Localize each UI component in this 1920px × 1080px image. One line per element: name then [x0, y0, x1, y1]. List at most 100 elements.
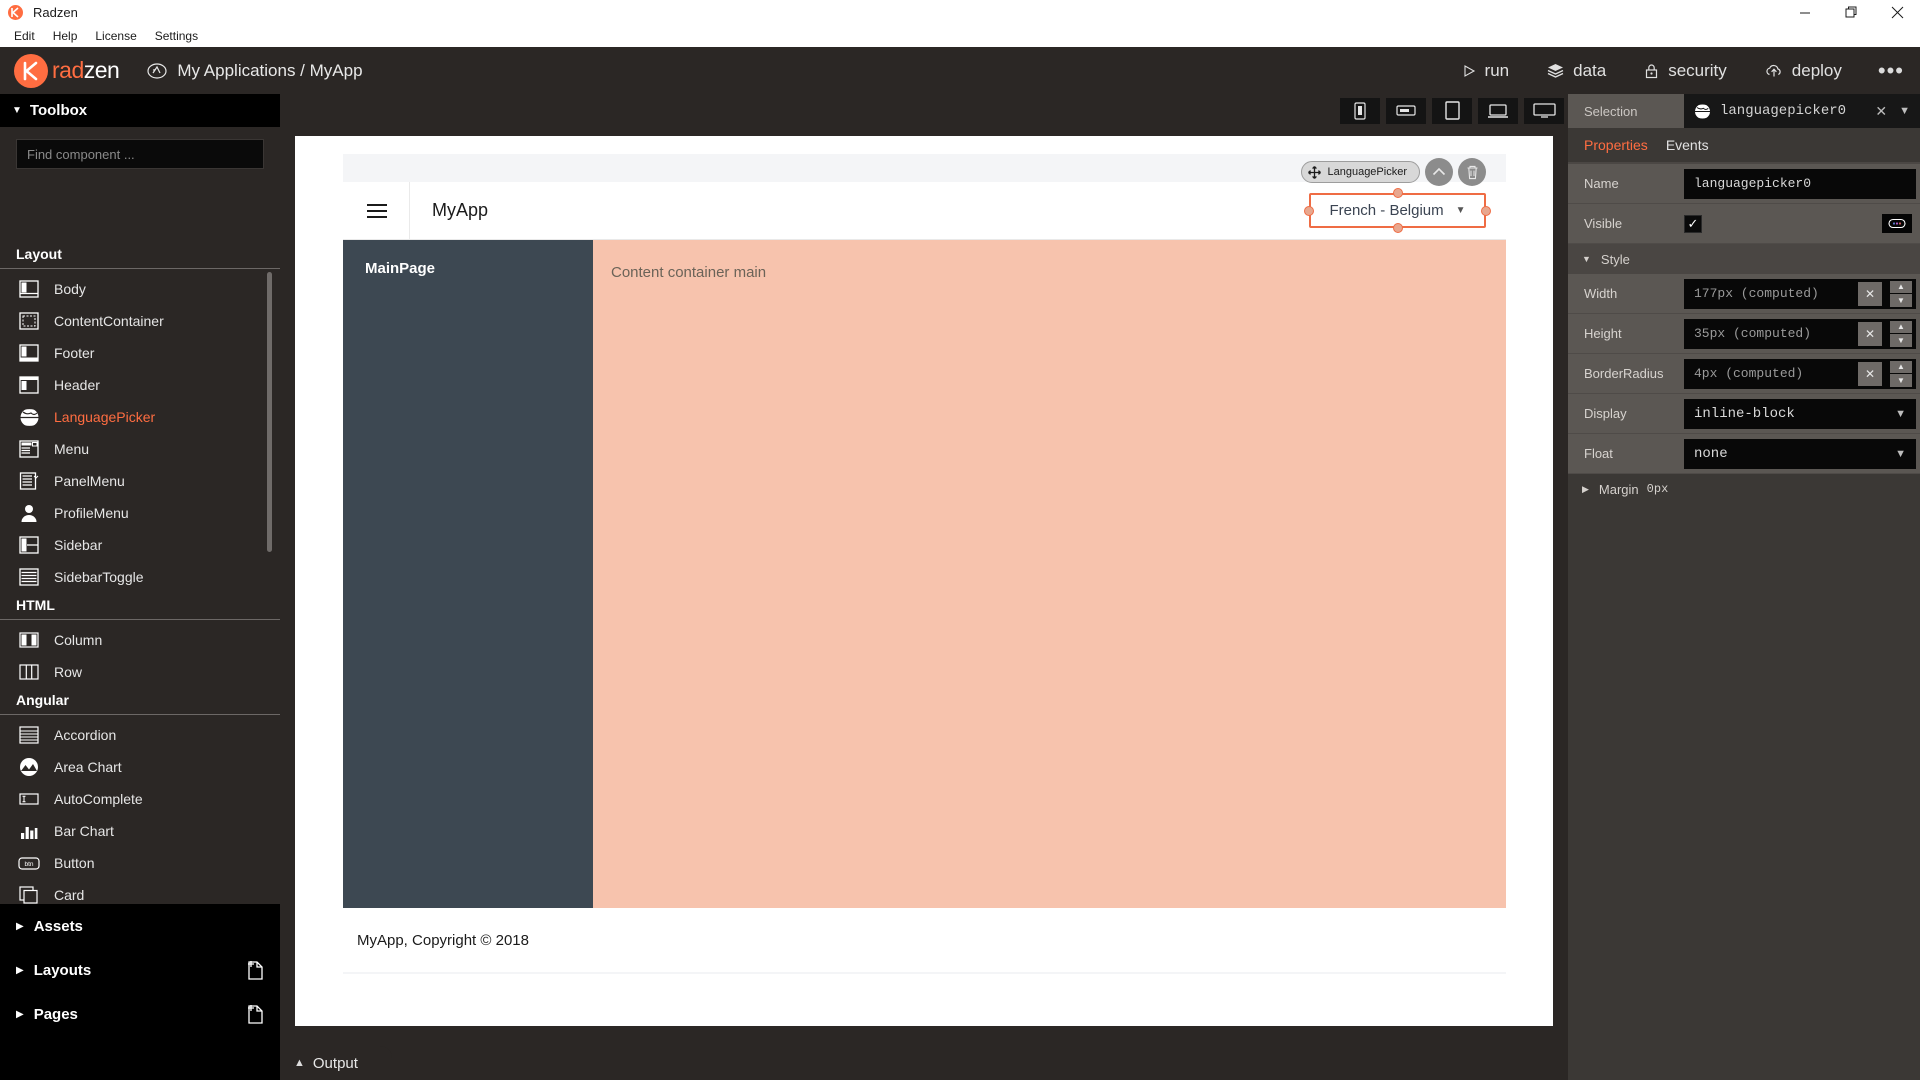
overflow-menu-icon[interactable]: •••: [1878, 59, 1904, 81]
nav-deploy[interactable]: deploy: [1765, 61, 1842, 81]
accordion-layouts[interactable]: ▶ Layouts: [0, 948, 280, 992]
select-parent-button[interactable]: [1425, 158, 1453, 186]
search-input[interactable]: [16, 139, 264, 169]
toolbox-scrollbar[interactable]: [267, 272, 272, 552]
device-phone-portrait[interactable]: [1340, 97, 1380, 124]
layout-body-icon: [16, 278, 42, 300]
toolbox-item-panelmenu[interactable]: PanelMenu: [0, 465, 280, 497]
toolbox-item-languagepicker[interactable]: LanguagePicker: [0, 401, 280, 433]
accordion-assets[interactable]: ▶ Assets: [0, 904, 280, 948]
preview-content-container[interactable]: Content container main: [593, 240, 1506, 908]
stepper-up[interactable]: ▲: [1890, 360, 1912, 373]
height-field[interactable]: 35px (computed) ✕ ▲ ▼: [1684, 318, 1916, 349]
stepper-down[interactable]: ▼: [1890, 334, 1912, 347]
layout-header-icon: [16, 374, 42, 396]
resize-handle-right[interactable]: [1481, 205, 1491, 216]
toolbox-item-row[interactable]: Row: [0, 656, 280, 688]
property-label: Name: [1584, 176, 1619, 191]
preview-sidebar[interactable]: MainPage: [343, 240, 593, 908]
toolbox-item-button[interactable]: btn Button: [0, 847, 280, 879]
preview-footer: MyApp, Copyright © 2018: [343, 908, 1506, 972]
accordion-pages[interactable]: ▶ Pages: [0, 992, 280, 1036]
visible-checkbox[interactable]: ✓: [1684, 214, 1702, 233]
property-row-visible: Visible ✓: [1568, 204, 1920, 244]
stepper-up[interactable]: ▲: [1890, 280, 1912, 293]
height-stepper[interactable]: ▲ ▼: [1890, 320, 1912, 347]
app-logo-icon: [8, 5, 23, 20]
toolbox-item-autocomplete[interactable]: AutoComplete: [0, 783, 280, 815]
device-tablet[interactable]: [1432, 97, 1472, 124]
menu-item-settings[interactable]: Settings: [146, 27, 207, 45]
section-margin[interactable]: ▶ Margin 0px: [1568, 474, 1920, 504]
toolbox-item-header[interactable]: Header: [0, 369, 280, 401]
toolbox-item-menu[interactable]: Menu: [0, 433, 280, 465]
toolbox-item-area-chart[interactable]: Area Chart: [0, 751, 280, 783]
toolbox-item-sidebartoggle[interactable]: SidebarToggle: [0, 561, 280, 593]
radzen-brand[interactable]: radzen: [14, 53, 120, 88]
bind-expression-icon[interactable]: [1882, 214, 1912, 233]
minimize-icon[interactable]: [1782, 0, 1828, 25]
clear-height-icon[interactable]: ✕: [1858, 321, 1882, 346]
languagepicker-dropdown[interactable]: French - Belgium ▼: [1304, 188, 1491, 233]
clear-width-icon[interactable]: ✕: [1858, 281, 1882, 306]
menu-item-help[interactable]: Help: [44, 27, 87, 45]
borderradius-stepper[interactable]: ▲ ▼: [1890, 360, 1912, 387]
menu-item-edit[interactable]: Edit: [5, 27, 44, 45]
device-laptop[interactable]: [1478, 97, 1518, 124]
nav-run[interactable]: run: [1462, 61, 1509, 81]
button-icon: btn: [16, 852, 42, 874]
float-select[interactable]: none ▼: [1684, 438, 1916, 469]
sidebar-item-mainpage[interactable]: MainPage: [365, 260, 593, 277]
add-layout-icon[interactable]: [246, 960, 264, 980]
section-style[interactable]: ▼ Style: [1568, 244, 1920, 274]
tab-properties[interactable]: Properties: [1584, 137, 1648, 153]
output-bar[interactable]: ▲ Output: [282, 1046, 392, 1080]
width-stepper[interactable]: ▲ ▼: [1890, 280, 1912, 307]
display-select[interactable]: inline-block ▼: [1684, 398, 1916, 429]
nav-security[interactable]: security: [1644, 61, 1727, 81]
tab-events[interactable]: Events: [1666, 137, 1709, 153]
borderradius-field[interactable]: 4px (computed) ✕ ▲ ▼: [1684, 358, 1916, 389]
toolbox-item-column[interactable]: Column: [0, 624, 280, 656]
stepper-up[interactable]: ▲: [1890, 320, 1912, 333]
hamburger-icon[interactable]: [367, 203, 387, 218]
toolbox-header[interactable]: ▼ Toolbox: [0, 94, 280, 127]
chevron-down-icon[interactable]: ▼: [1899, 105, 1910, 117]
toolbox-item-accordion[interactable]: Accordion: [0, 719, 280, 751]
delete-button[interactable]: [1458, 158, 1486, 186]
clear-selection-icon[interactable]: ✕: [1875, 103, 1887, 120]
width-field[interactable]: 177px (computed) ✕ ▲ ▼: [1684, 278, 1916, 309]
selection-chip[interactable]: LanguagePicker: [1301, 161, 1420, 183]
toolbox-item-contentcontainer[interactable]: ContentContainer: [0, 305, 280, 337]
chevron-down-icon: ▼: [1895, 447, 1906, 460]
breadcrumb[interactable]: My Applications / MyApp: [147, 61, 363, 81]
resize-handle-left[interactable]: [1304, 205, 1314, 216]
toolbox-item-body[interactable]: Body: [0, 273, 280, 305]
name-field[interactable]: languagepicker0: [1684, 168, 1916, 199]
toolbox-item-profilemenu[interactable]: ProfileMenu: [0, 497, 280, 529]
name-value: languagepicker0: [1694, 176, 1812, 191]
toolbox-item-sidebar[interactable]: Sidebar: [0, 529, 280, 561]
stepper-down[interactable]: ▼: [1890, 374, 1912, 387]
resize-handle-top[interactable]: [1392, 188, 1403, 198]
accordion-label: Pages: [33, 1005, 78, 1023]
add-page-icon[interactable]: [246, 1004, 264, 1024]
device-phone-landscape[interactable]: [1386, 97, 1426, 124]
maximize-icon[interactable]: [1828, 0, 1874, 25]
nav-deploy-label: deploy: [1791, 60, 1842, 80]
brand-text: radzen: [52, 57, 120, 84]
resize-handle-bottom[interactable]: [1392, 223, 1403, 233]
clear-borderradius-icon[interactable]: ✕: [1858, 361, 1882, 386]
nav-data[interactable]: data: [1547, 61, 1606, 81]
device-desktop[interactable]: [1524, 97, 1564, 124]
close-icon[interactable]: [1874, 0, 1920, 25]
app-compass-icon: [147, 61, 167, 81]
toolbox-item-footer[interactable]: Footer: [0, 337, 280, 369]
selection-value: languagepicker0: [1720, 103, 1847, 119]
menu-item-license[interactable]: License: [86, 27, 145, 45]
toolbox-item-card[interactable]: Card: [0, 879, 280, 904]
properties-tabs: Properties Events: [1568, 128, 1920, 162]
stepper-down[interactable]: ▼: [1890, 294, 1912, 307]
toolbox-item-bar-chart[interactable]: Bar Chart: [0, 815, 280, 847]
selection-combobox[interactable]: languagepicker0 ✕ ▼: [1684, 94, 1920, 128]
